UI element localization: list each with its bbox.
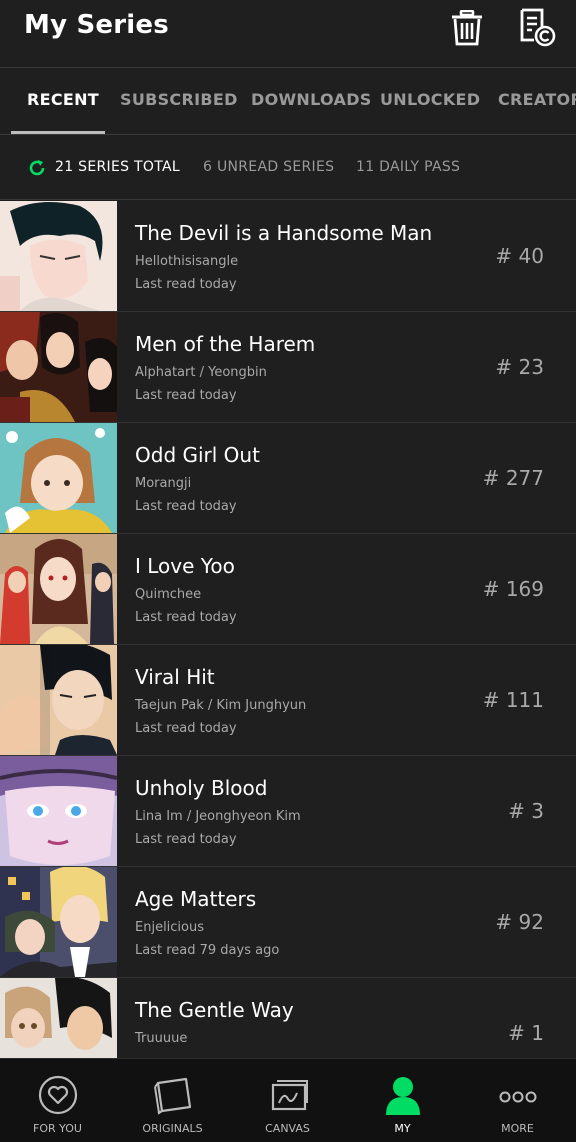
episode-number: # 3 [508,799,544,823]
series-author: Lina Im / Jeonghyeon Kim [135,809,301,824]
tab-downloads[interactable]: DOWNLOADS [251,68,372,134]
episode-number: # 23 [495,355,544,379]
document-copyright-icon [520,8,556,47]
bottom-navigation: FOR YOU ORIGINALS CANVAS MY MORE [0,1058,576,1142]
series-tabs: RECENT SUBSCRIBED DOWNLOADS UNLOCKED CRE… [0,68,576,135]
episode-number: # 277 [482,466,544,490]
series-title: The Gentle Way [135,998,294,1022]
series-title: Odd Girl Out [135,443,260,467]
active-tab-indicator [11,131,105,134]
last-read: Last read today [135,277,237,292]
series-author: Hellothisisangle [135,254,239,269]
canvas-icon [271,1080,308,1111]
nav-my[interactable]: MY [345,1059,460,1142]
nav-label: MORE [501,1122,534,1135]
series-row[interactable]: The Devil is a Handsome Man Hellothisisa… [0,201,576,312]
series-row[interactable]: Odd Girl Out Morangji Last read today # … [0,423,576,534]
last-read: Last read today [135,832,237,847]
originals-icon [154,1077,192,1115]
last-read: Last read today [135,721,237,736]
episode-number: # 92 [495,910,544,934]
series-thumbnail [0,756,117,866]
series-author: Morangji [135,476,192,491]
app-screen: My Series RECENT SUBSCRIBED DOWNLOADS UN… [0,0,576,1142]
series-thumbnail [0,534,117,644]
series-row[interactable]: Age Matters Enjelicious Last read 79 day… [0,867,576,978]
last-read: Last read today [135,499,237,514]
unread-series-count[interactable]: 6 UNREAD SERIES [203,159,334,175]
nav-originals[interactable]: ORIGINALS [115,1059,230,1142]
series-author: Quimchee [135,587,202,602]
series-summary: 21 SERIES TOTAL 6 UNREAD SERIES 11 DAILY… [0,135,576,200]
series-title: I Love Yoo [135,554,235,578]
episode-number: # 1 [508,1021,544,1045]
series-row[interactable]: Unholy Blood Lina Im / Jeonghyeon Kim La… [0,756,576,867]
episode-number: # 111 [482,688,544,712]
series-thumbnail [0,312,117,422]
series-list: The Devil is a Handsome Man Hellothisisa… [0,201,576,1089]
series-row[interactable]: Viral Hit Taejun Pak / Kim Junghyun Last… [0,645,576,756]
tab-creators[interactable]: CREATORS [498,68,576,134]
series-row[interactable]: I Love Yoo Quimchee Last read today # 16… [0,534,576,645]
nav-label: MY [394,1122,411,1135]
tab-recent[interactable]: RECENT [27,68,99,134]
series-title: Unholy Blood [135,776,268,800]
person-icon [386,1077,420,1115]
series-title: Men of the Harem [135,332,316,356]
nav-canvas[interactable]: CANVAS [230,1059,345,1142]
trash-icon [452,10,482,46]
delete-button[interactable] [447,8,487,48]
series-thumbnail [0,645,117,755]
last-read: Last read 79 days ago [135,943,280,958]
nav-more[interactable]: MORE [460,1059,575,1142]
more-icon [499,1091,537,1103]
series-title: Age Matters [135,887,257,911]
nav-label: CANVAS [265,1122,310,1135]
nav-label: ORIGINALS [142,1122,203,1135]
series-author: Enjelicious [135,920,205,935]
series-author: Alphatart / Yeongbin [135,365,267,380]
last-read: Last read today [135,610,237,625]
series-total: 21 SERIES TOTAL [55,159,180,175]
series-author: Taejun Pak / Kim Junghyun [135,698,307,713]
series-thumbnail [0,867,117,977]
tab-subscribed[interactable]: SUBSCRIBED [120,68,238,134]
daily-pass-count[interactable]: 11 DAILY PASS [356,159,460,175]
series-title: Viral Hit [135,665,215,689]
series-thumbnail [0,201,117,311]
copyright-doc-button[interactable] [518,8,558,48]
last-read: Last read today [135,388,237,403]
nav-for-you[interactable]: FOR YOU [0,1059,115,1142]
episode-number: # 169 [482,577,544,601]
heart-icon [38,1075,78,1115]
episode-number: # 40 [495,244,544,268]
series-author: Truuuue [135,1031,188,1046]
page-title: My Series [24,10,169,40]
top-bar: My Series [0,0,576,68]
nav-label: FOR YOU [33,1122,82,1135]
series-row[interactable]: Men of the Harem Alphatart / Yeongbin La… [0,312,576,423]
tab-unlocked[interactable]: UNLOCKED [380,68,480,134]
series-title: The Devil is a Handsome Man [135,221,433,245]
refresh-icon[interactable] [27,158,47,178]
series-thumbnail [0,423,117,533]
